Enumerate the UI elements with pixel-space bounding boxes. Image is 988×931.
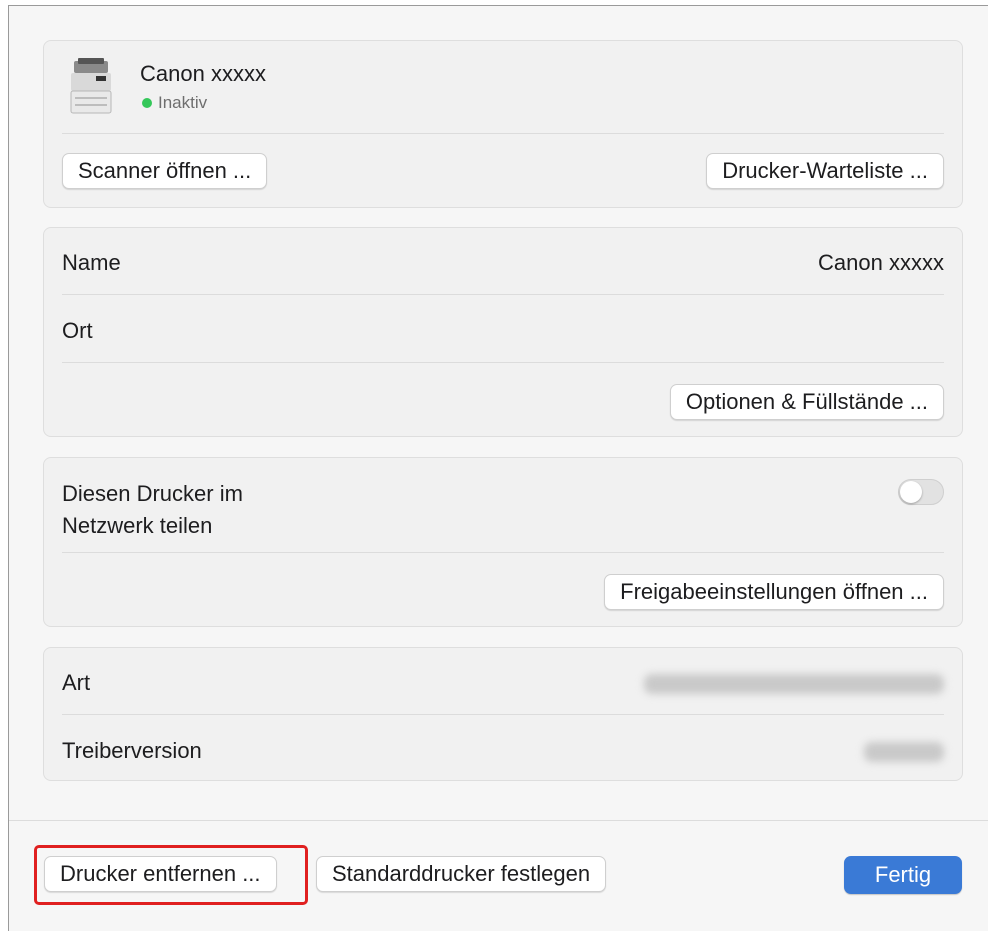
printer-icon — [66, 57, 118, 115]
open-scanner-button[interactable]: Scanner öffnen ... — [62, 153, 268, 189]
printer-queue-button[interactable]: Drucker-Warteliste ... — [706, 153, 944, 189]
divider — [62, 133, 944, 134]
printer-status: Inaktiv — [142, 93, 207, 113]
divider — [62, 362, 944, 363]
share-printer-toggle[interactable] — [898, 479, 944, 505]
location-label: Ort — [62, 318, 93, 343]
divider — [62, 552, 944, 553]
status-dot-icon — [142, 98, 152, 108]
kind-label: Art — [62, 670, 91, 695]
name-value: Canon xxxxx — [818, 250, 944, 275]
name-label: Name — [62, 250, 121, 275]
share-label-line1: Diesen Drucker im — [62, 481, 243, 506]
driver-version-value-redacted — [864, 742, 944, 762]
printer-settings-window: Canon xxxxx Inaktiv Scanner öffnen ... D… — [8, 5, 988, 931]
driver-version-label: Treiberversion — [62, 738, 202, 763]
footer-divider — [9, 820, 988, 821]
share-label-line2: Netzwerk teilen — [62, 513, 213, 538]
divider — [62, 294, 944, 295]
kind-value-redacted — [644, 674, 944, 694]
done-button[interactable]: Fertig — [844, 856, 962, 894]
status-label: Inaktiv — [158, 93, 208, 112]
set-default-printer-button[interactable]: Standarddrucker festlegen — [316, 856, 607, 892]
share-printer-label: Diesen Drucker im Netzwerk teilen — [62, 478, 243, 542]
remove-printer-button[interactable]: Drucker entfernen ... — [44, 856, 277, 892]
sharing-card: Diesen Drucker im Netzwerk teilen Freiga… — [43, 457, 963, 627]
open-sharing-settings-button[interactable]: Freigabeeinstellungen öffnen ... — [604, 574, 944, 610]
options-supplies-button[interactable]: Optionen & Füllstände ... — [669, 384, 944, 420]
printer-header-card: Canon xxxxx Inaktiv Scanner öffnen ... D… — [43, 40, 963, 208]
printer-name: Canon xxxxx — [140, 61, 266, 86]
divider — [62, 714, 944, 715]
printer-details-card: Name Canon xxxxx Ort Optionen & Füllstän… — [43, 227, 963, 437]
printer-info-card: Art Treiberversion — [43, 647, 963, 781]
toggle-knob — [900, 481, 922, 503]
